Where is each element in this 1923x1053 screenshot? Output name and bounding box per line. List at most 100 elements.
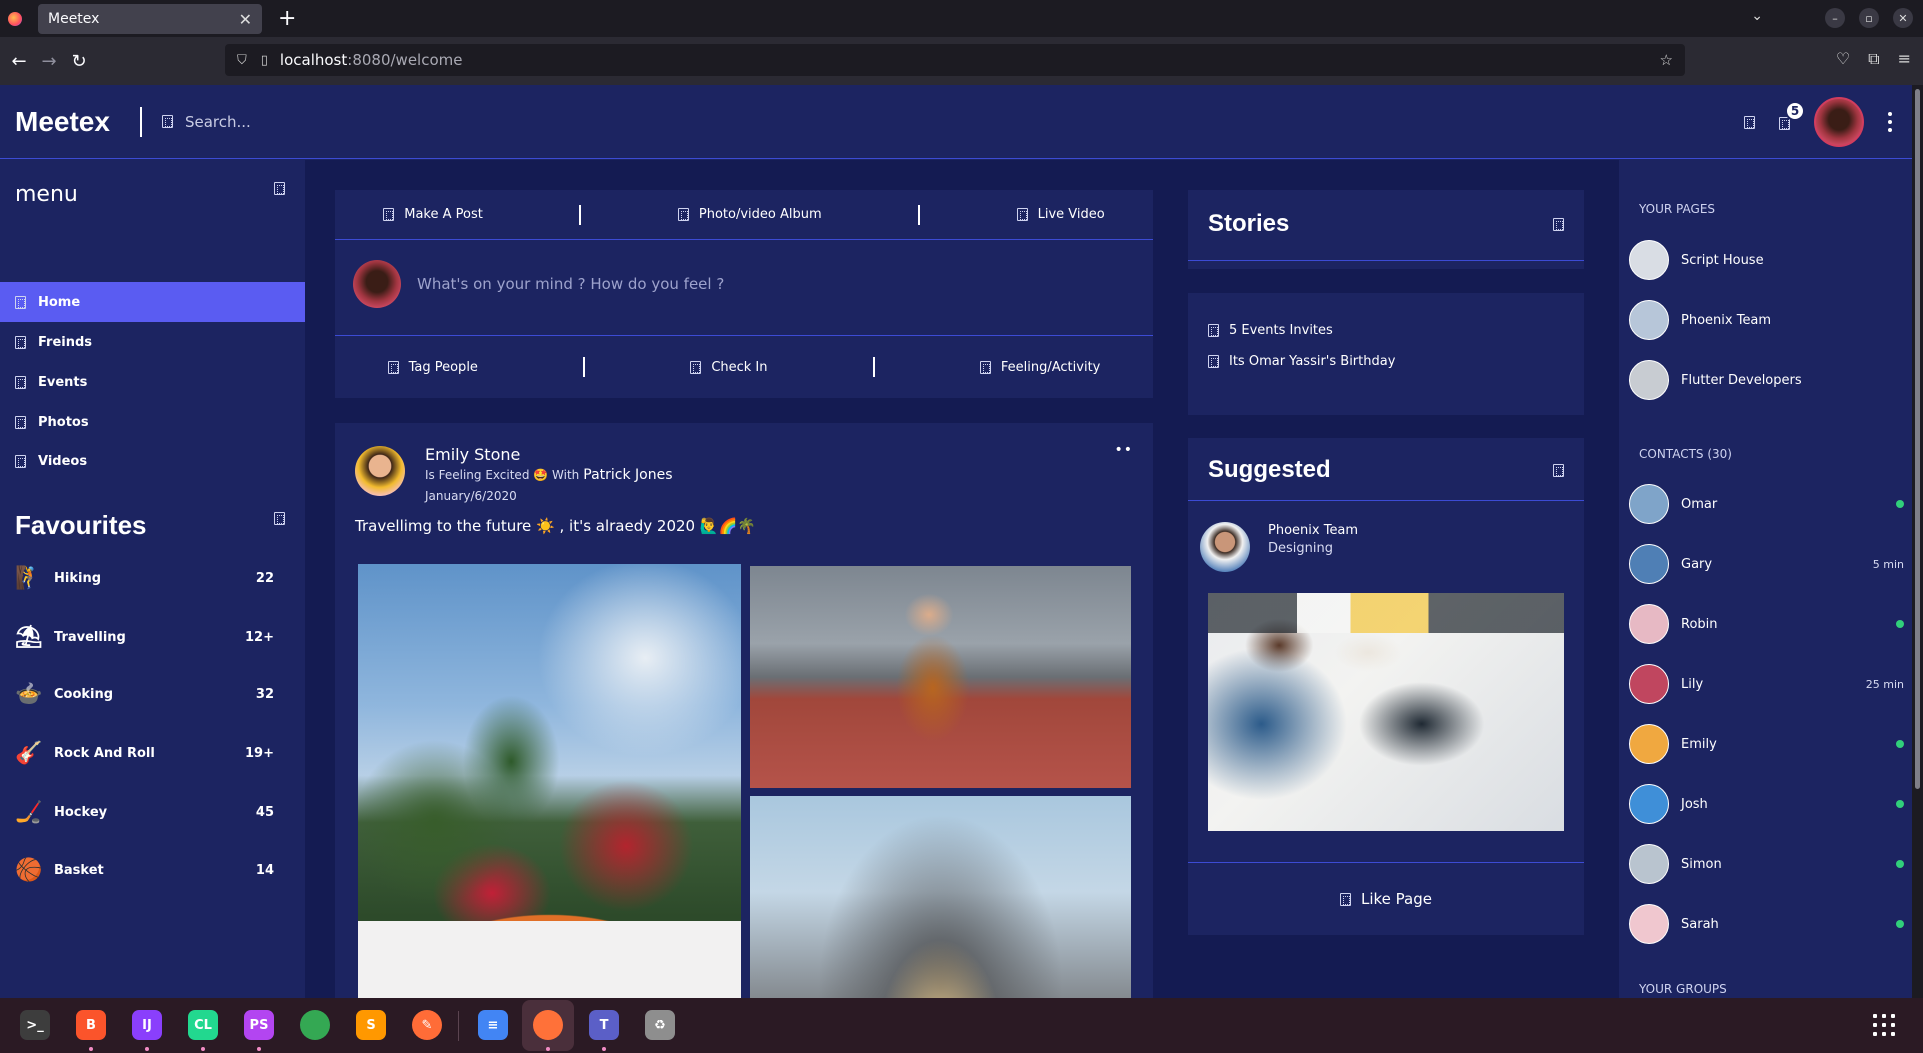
- suggested-title: Suggested: [1208, 456, 1331, 483]
- new-tab-button[interactable]: +: [278, 6, 296, 31]
- favourite-item-hiking[interactable]: 🧗 Hiking 22: [14, 560, 274, 596]
- hamburger-menu-icon[interactable]: ≡: [1898, 49, 1911, 69]
- page-item[interactable]: Script House: [1629, 240, 1904, 280]
- page-avatar: [1629, 360, 1669, 400]
- trash-icon[interactable]: ♻: [645, 1010, 675, 1040]
- event-item-birthday[interactable]: Its Omar Yassir's Birthday: [1208, 354, 1395, 369]
- suggested-settings-icon[interactable]: [1553, 464, 1564, 477]
- extensions-icon[interactable]: ⧉: [1868, 49, 1879, 69]
- app-grid-icon[interactable]: [1873, 1014, 1895, 1036]
- sidebar-item-friends[interactable]: Freinds: [0, 322, 305, 362]
- restore-icon[interactable]: ▫: [1859, 8, 1879, 28]
- contact-item[interactable]: Sarah: [1629, 904, 1904, 944]
- page-info-icon[interactable]: ▯: [261, 53, 268, 68]
- search-input[interactable]: [184, 112, 485, 131]
- contact-item[interactable]: Emily: [1629, 724, 1904, 764]
- docs-icon[interactable]: ≡: [478, 1010, 508, 1040]
- suggested-page-name[interactable]: Phoenix Team: [1268, 523, 1358, 538]
- user-avatar[interactable]: [1814, 97, 1864, 147]
- post-photo-street[interactable]: [750, 566, 1131, 788]
- sidebar-item-label: Events: [38, 374, 88, 390]
- clion-icon[interactable]: CL: [188, 1010, 218, 1040]
- brand-logo[interactable]: Meetex: [15, 106, 110, 138]
- post-author-name[interactable]: Emily Stone: [425, 445, 520, 464]
- post-actions-top: Make A Post Photo/video Album Live Video: [335, 190, 1153, 240]
- dock-label: >_: [26, 1017, 44, 1033]
- brave-icon[interactable]: B: [76, 1010, 106, 1040]
- tag-people-button[interactable]: Tag People: [387, 360, 478, 375]
- favourite-item-cooking[interactable]: 🍲 Cooking 32: [14, 676, 274, 712]
- teams-icon[interactable]: T: [589, 1010, 619, 1040]
- url-bar[interactable]: ⛉ ▯ localhost :8080/welcome ☆: [225, 44, 1685, 76]
- sidebar-item-events[interactable]: Events: [0, 362, 305, 402]
- contact-item[interactable]: Robin: [1629, 604, 1904, 644]
- compose-input[interactable]: [417, 275, 1017, 293]
- terminal-icon[interactable]: >_: [20, 1010, 50, 1040]
- back-icon[interactable]: ←: [4, 51, 34, 72]
- page-scrollbar[interactable]: [1912, 85, 1923, 998]
- favourites-title: Favourites: [15, 510, 147, 540]
- post-options-icon[interactable]: ••: [1114, 442, 1133, 458]
- browser-tab[interactable]: Meetex ✕: [38, 4, 262, 34]
- close-window-icon[interactable]: ✕: [1893, 8, 1913, 28]
- sidebar-item-videos[interactable]: Videos: [0, 441, 305, 481]
- intellij-icon[interactable]: IJ: [132, 1010, 162, 1040]
- post-author-avatar[interactable]: [355, 446, 405, 496]
- toolbar-icons: ♡ ⧉ ≡: [1836, 49, 1911, 69]
- online-status-dot: [1896, 920, 1904, 928]
- tagged-person[interactable]: Patrick Jones: [583, 467, 672, 483]
- page-item[interactable]: Phoenix Team: [1629, 300, 1904, 340]
- contact-item[interactable]: Omar: [1629, 484, 1904, 524]
- tracking-shield-icon[interactable]: ⛉: [237, 53, 247, 68]
- more-options-icon[interactable]: [1888, 112, 1892, 132]
- notifications-button[interactable]: 5: [1779, 100, 1805, 132]
- messages-icon[interactable]: [1744, 115, 1755, 129]
- favourite-item-hockey[interactable]: 🏒 Hockey 45: [14, 794, 274, 830]
- chrome-icon[interactable]: [300, 1010, 330, 1040]
- favourite-item-basket[interactable]: 🏀 Basket 14: [14, 852, 274, 888]
- contact-item[interactable]: Josh: [1629, 784, 1904, 824]
- menu-toggle-icon[interactable]: [274, 182, 285, 195]
- phpstorm-icon[interactable]: PS: [244, 1010, 274, 1040]
- favourite-item-rock-and-roll[interactable]: 🎸 Rock And Roll 19+: [14, 735, 274, 771]
- sidebar-item-photos[interactable]: Photos: [0, 402, 305, 442]
- event-item-invites[interactable]: 5 Events Invites: [1208, 323, 1333, 338]
- contact-item[interactable]: Simon: [1629, 844, 1904, 884]
- suggested-page-avatar[interactable]: [1200, 522, 1250, 572]
- basketball-icon: 🏀: [15, 857, 43, 883]
- check-in-button[interactable]: Check In: [690, 360, 768, 375]
- page-item[interactable]: Flutter Developers: [1629, 360, 1904, 400]
- like-page-button[interactable]: Like Page: [1188, 863, 1584, 935]
- bookmark-star-icon[interactable]: ☆: [1660, 51, 1673, 69]
- favourite-item-travelling[interactable]: ⛱ Travelling 12+: [14, 619, 274, 655]
- scrollbar-thumb[interactable]: [1915, 89, 1920, 789]
- favourite-label: Cooking: [54, 686, 114, 702]
- feeling-activity-button[interactable]: Feeling/Activity: [979, 360, 1100, 375]
- make-post-button[interactable]: Make A Post: [383, 207, 483, 222]
- hiking-icon: 🧗: [15, 565, 43, 591]
- photo-icon: [15, 415, 26, 429]
- tab-close-icon[interactable]: ✕: [239, 10, 252, 29]
- tag-icon: [387, 360, 399, 374]
- compose-row: [353, 260, 1017, 308]
- contact-item[interactable]: Gary 5 min: [1629, 544, 1904, 584]
- forward-icon[interactable]: →: [34, 51, 64, 72]
- page-name: Phoenix Team: [1681, 312, 1772, 328]
- reload-icon[interactable]: ↻: [64, 51, 94, 72]
- stories-settings-icon[interactable]: [1553, 218, 1564, 231]
- list-tabs-chevron-icon[interactable]: ⌄: [1751, 8, 1763, 24]
- sidebar-item-home[interactable]: Home: [0, 282, 305, 322]
- feeling-text: Is Feeling Excited 🤩 With: [425, 468, 580, 482]
- postman-icon[interactable]: ✎: [412, 1010, 442, 1040]
- live-video-button[interactable]: Live Video: [1016, 207, 1105, 222]
- favourites-settings-icon[interactable]: [274, 512, 285, 525]
- minimize-icon[interactable]: –: [1825, 8, 1845, 28]
- post-photo-van[interactable]: [358, 564, 741, 998]
- firefox-icon[interactable]: [533, 1010, 563, 1040]
- post-photo-temple[interactable]: [750, 796, 1131, 998]
- contact-item[interactable]: Lily 25 min: [1629, 664, 1904, 704]
- divider: [872, 357, 875, 377]
- pocket-icon[interactable]: ♡: [1836, 49, 1850, 69]
- photo-album-button[interactable]: Photo/video Album: [677, 207, 822, 222]
- sublime-icon[interactable]: S: [356, 1010, 386, 1040]
